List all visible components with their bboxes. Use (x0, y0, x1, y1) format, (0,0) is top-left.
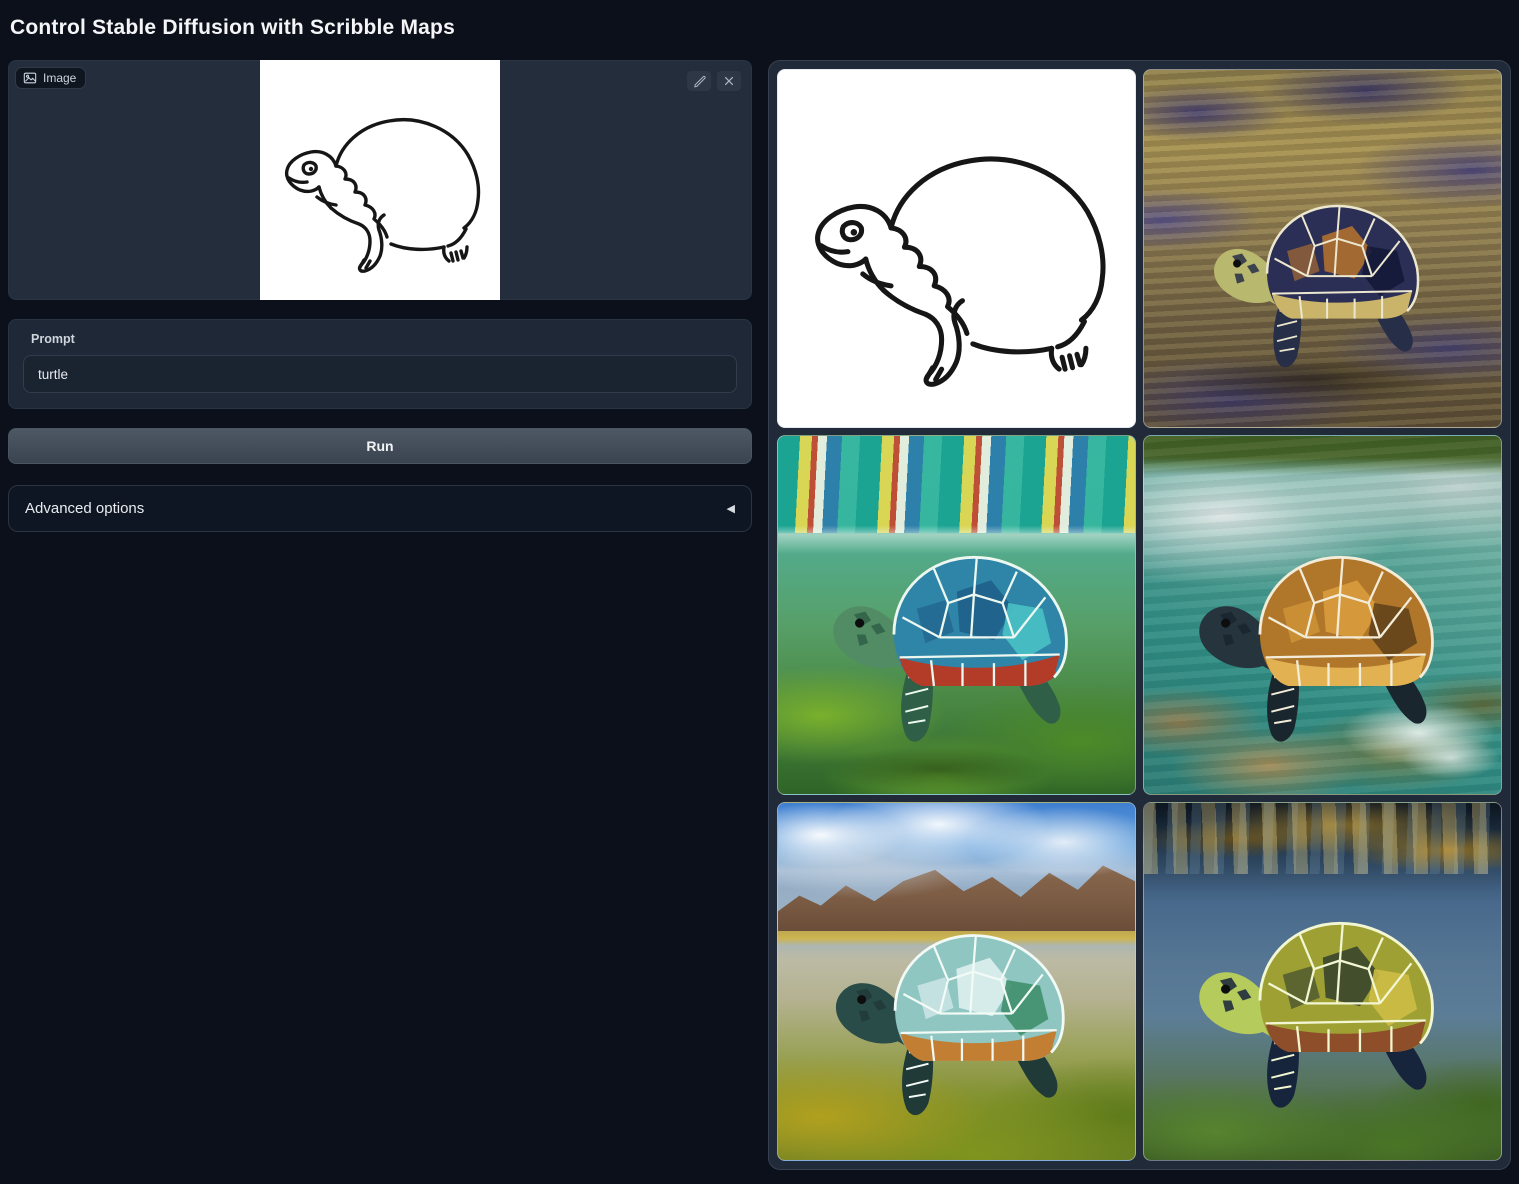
output-gallery (768, 60, 1511, 1170)
image-icon (23, 71, 37, 85)
prompt-label: Prompt (31, 332, 737, 346)
image-toolbar (687, 71, 741, 91)
image-label-badge: Image (15, 67, 86, 89)
edit-button[interactable] (687, 71, 711, 91)
main-layout: Image (8, 60, 1511, 1170)
turtle-image (785, 863, 1128, 1142)
advanced-options-accordion[interactable]: Advanced options ◀ (8, 485, 752, 532)
turtle-image (789, 483, 1125, 769)
pencil-icon (692, 74, 706, 88)
gallery-item-6[interactable] (1143, 802, 1502, 1161)
image-label: Image (43, 71, 76, 85)
gallery-item-1[interactable] (777, 69, 1136, 428)
gallery-item-4[interactable] (1143, 435, 1502, 794)
run-button[interactable]: Run (8, 428, 752, 464)
turtle-image (1155, 849, 1491, 1135)
collapse-arrow-icon: ◀ (727, 502, 735, 515)
advanced-options-label: Advanced options (25, 500, 144, 517)
gallery-item-5[interactable] (777, 802, 1136, 1161)
gallery-item-3[interactable] (777, 435, 1136, 794)
x-icon (723, 75, 735, 87)
clear-button[interactable] (717, 71, 741, 91)
app: Control Stable Diffusion with Scribble M… (0, 0, 1519, 1178)
scribble-image (260, 60, 500, 300)
page-title: Control Stable Diffusion with Scribble M… (10, 16, 1511, 40)
prompt-block: Prompt (8, 319, 752, 409)
turtle-image (1155, 483, 1491, 769)
turtle-image (1165, 141, 1479, 391)
image-input[interactable]: Image (8, 60, 752, 300)
prompt-input[interactable] (23, 355, 737, 393)
gallery-item-2[interactable] (1143, 69, 1502, 428)
left-column: Image (8, 60, 752, 532)
